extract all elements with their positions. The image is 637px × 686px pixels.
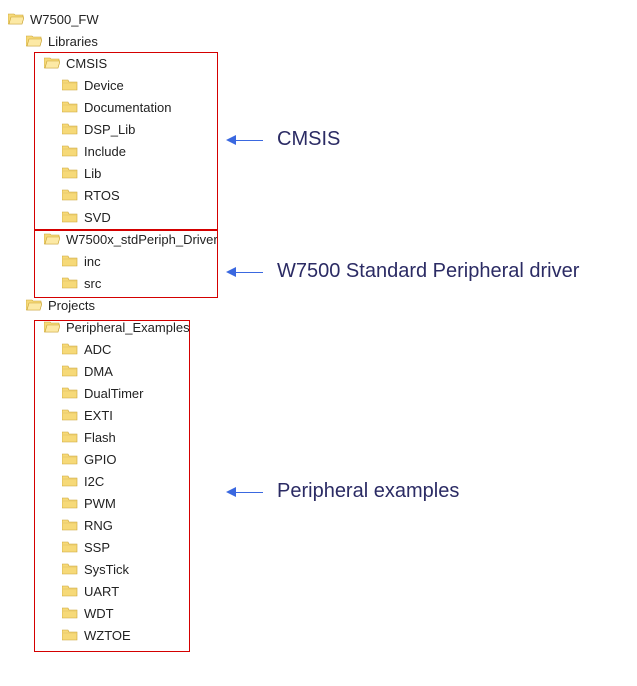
folder-cmsis-dsp-lib-label: DSP_Lib <box>84 122 135 137</box>
folder-example-i2c-label: I2C <box>84 474 104 489</box>
folder-closed-icon <box>62 430 78 444</box>
folder-closed-icon <box>62 562 78 576</box>
folder-stdperiph-inc-label: inc <box>84 254 101 269</box>
folder-example-systick-label: SysTick <box>84 562 129 577</box>
folder-stdperiph-label: W7500x_stdPeriph_Driver <box>66 232 218 247</box>
folder-closed-icon <box>62 386 78 400</box>
folder-closed-icon <box>62 364 78 378</box>
folder-cmsis-lib[interactable]: Lib <box>8 162 629 184</box>
folder-example-adc[interactable]: ADC <box>8 338 629 360</box>
folder-example-dma-label: DMA <box>84 364 113 379</box>
folder-closed-icon <box>62 188 78 202</box>
annotation-cmsis-label: CMSIS <box>277 128 340 151</box>
folder-example-gpio[interactable]: GPIO <box>8 448 629 470</box>
folder-cmsis[interactable]: CMSIS <box>8 52 629 74</box>
folder-closed-icon <box>62 628 78 642</box>
folder-example-rng-label: RNG <box>84 518 113 533</box>
folder-cmsis-device[interactable]: Device <box>8 74 629 96</box>
folder-closed-icon <box>62 342 78 356</box>
folder-closed-icon <box>62 408 78 422</box>
annotation-cmsis: CMSIS <box>226 126 340 152</box>
arrow-left-icon <box>226 258 263 284</box>
folder-closed-icon <box>62 584 78 598</box>
folder-libraries-label: Libraries <box>48 34 98 49</box>
arrow-left-icon <box>226 478 263 504</box>
annotation-stdperiph: W7500 Standard Peripheral driver <box>226 258 579 284</box>
annotation-stdperiph-label: W7500 Standard Peripheral driver <box>277 260 579 283</box>
folder-projects-label: Projects <box>48 298 95 313</box>
folder-example-dma[interactable]: DMA <box>8 360 629 382</box>
annotation-peripheral-examples-label: Peripheral examples <box>277 480 459 503</box>
folder-cmsis-svd[interactable]: SVD <box>8 206 629 228</box>
folder-tree: CMSIS W7500 Standard Peripheral driver P… <box>8 8 629 646</box>
folder-peripheral-examples-label: Peripheral_Examples <box>66 320 190 335</box>
folder-example-gpio-label: GPIO <box>84 452 117 467</box>
folder-example-pwm-label: PWM <box>84 496 116 511</box>
folder-closed-icon <box>62 122 78 136</box>
folder-closed-icon <box>62 518 78 532</box>
folder-open-icon <box>8 12 24 26</box>
folder-example-systick[interactable]: SysTick <box>8 558 629 580</box>
folder-closed-icon <box>62 254 78 268</box>
folder-closed-icon <box>62 452 78 466</box>
folder-example-wdt[interactable]: WDT <box>8 602 629 624</box>
folder-cmsis-documentation[interactable]: Documentation <box>8 96 629 118</box>
folder-stdperiph[interactable]: W7500x_stdPeriph_Driver <box>8 228 629 250</box>
folder-cmsis-rtos[interactable]: RTOS <box>8 184 629 206</box>
folder-example-wztoe[interactable]: WZTOE <box>8 624 629 646</box>
folder-open-icon <box>44 56 60 70</box>
folder-cmsis-rtos-label: RTOS <box>84 188 120 203</box>
folder-closed-icon <box>62 210 78 224</box>
folder-open-icon <box>44 320 60 334</box>
folder-closed-icon <box>62 496 78 510</box>
folder-example-ssp[interactable]: SSP <box>8 536 629 558</box>
folder-cmsis-lib-label: Lib <box>84 166 101 181</box>
folder-closed-icon <box>62 100 78 114</box>
folder-cmsis-svd-label: SVD <box>84 210 111 225</box>
folder-closed-icon <box>62 78 78 92</box>
folder-example-rng[interactable]: RNG <box>8 514 629 536</box>
folder-example-dualtimer-label: DualTimer <box>84 386 143 401</box>
folder-closed-icon <box>62 166 78 180</box>
folder-open-icon <box>26 34 42 48</box>
folder-example-ssp-label: SSP <box>84 540 110 555</box>
folder-closed-icon <box>62 144 78 158</box>
folder-cmsis-label: CMSIS <box>66 56 107 71</box>
folder-example-wdt-label: WDT <box>84 606 114 621</box>
folder-example-wztoe-label: WZTOE <box>84 628 131 643</box>
folder-closed-icon <box>62 540 78 554</box>
arrow-left-icon <box>226 126 263 152</box>
folder-open-icon <box>26 298 42 312</box>
folder-cmsis-include-label: Include <box>84 144 126 159</box>
folder-open-icon <box>44 232 60 246</box>
folder-peripheral-examples[interactable]: Peripheral_Examples <box>8 316 629 338</box>
folder-cmsis-device-label: Device <box>84 78 124 93</box>
folder-closed-icon <box>62 474 78 488</box>
folder-example-exti-label: EXTI <box>84 408 113 423</box>
folder-example-flash[interactable]: Flash <box>8 426 629 448</box>
folder-example-uart-label: UART <box>84 584 119 599</box>
folder-w7500-fw-label: W7500_FW <box>30 12 99 27</box>
folder-example-uart[interactable]: UART <box>8 580 629 602</box>
folder-closed-icon <box>62 606 78 620</box>
folder-example-dualtimer[interactable]: DualTimer <box>8 382 629 404</box>
folder-stdperiph-src-label: src <box>84 276 101 291</box>
folder-closed-icon <box>62 276 78 290</box>
folder-libraries[interactable]: Libraries <box>8 30 629 52</box>
folder-example-adc-label: ADC <box>84 342 111 357</box>
folder-example-exti[interactable]: EXTI <box>8 404 629 426</box>
folder-projects[interactable]: Projects <box>8 294 629 316</box>
folder-example-flash-label: Flash <box>84 430 116 445</box>
folder-w7500-fw[interactable]: W7500_FW <box>8 8 629 30</box>
folder-cmsis-documentation-label: Documentation <box>84 100 171 115</box>
annotation-peripheral-examples: Peripheral examples <box>226 478 459 504</box>
